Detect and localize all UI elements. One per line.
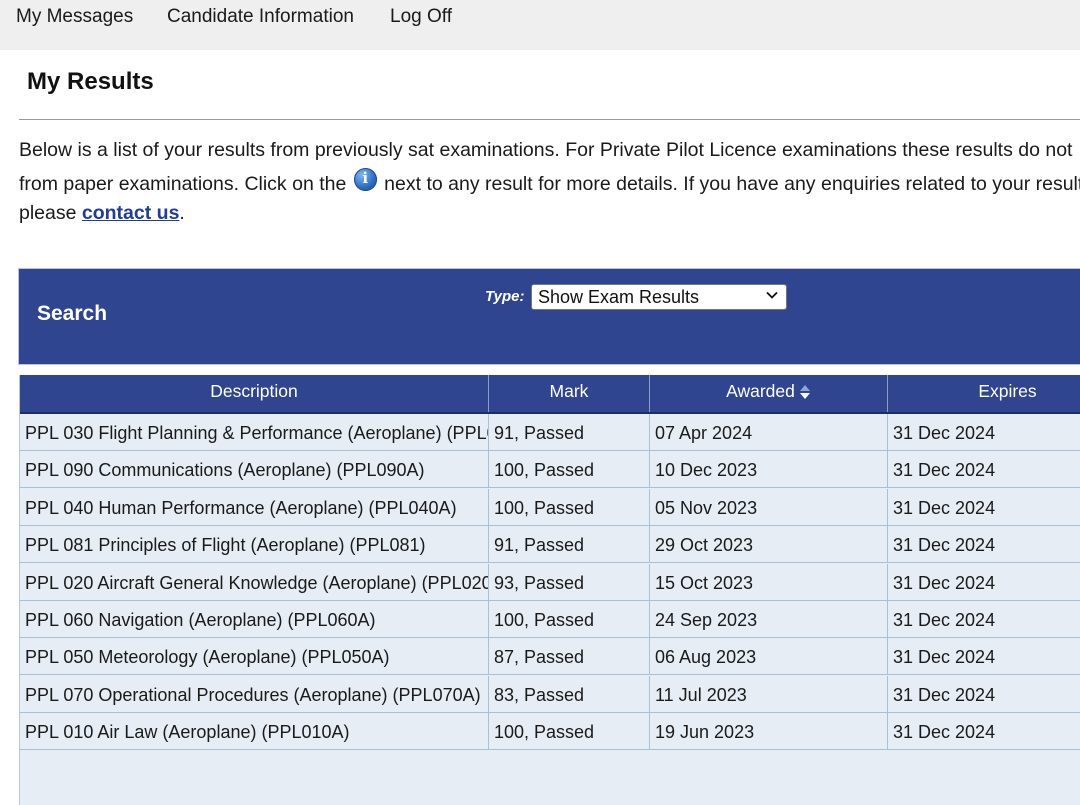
type-select[interactable]: Show Exam Results [531,284,787,310]
title-divider [19,119,1080,120]
table-row[interactable]: PPL 050 Meteorology (Aeroplane) (PPL050A… [20,638,1080,676]
table-row[interactable]: PPL 020 Aircraft General Knowledge (Aero… [20,563,1080,601]
cell-mark: 93, Passed [489,563,650,600]
nav-log-off[interactable]: Log Off [390,6,452,28]
table-row[interactable]: PPL 081 Principles of Flight (Aeroplane)… [20,526,1080,564]
column-header-label: Expires [978,381,1037,401]
cell-description: PPL 040 Human Performance (Aeroplane) (P… [20,488,489,525]
intro-line-2: from paper examinations. Click on the ne… [19,167,1080,201]
table-row[interactable]: PPL 090 Communications (Aeroplane) (PPL0… [20,451,1080,489]
cell-awarded: 10 Dec 2023 [650,451,888,488]
cell-mark: 100, Passed [489,601,650,637]
cell-expires: 31 Dec 2024 [888,601,1080,637]
intro-line-1: Below is a list of your results from pre… [19,139,1073,161]
cell-expires: 31 Dec 2024 [888,414,1080,450]
cell-expires: 31 Dec 2024 [888,713,1080,749]
cell-description: PPL 050 Meteorology (Aeroplane) (PPL050A… [20,638,489,675]
cell-mark: 100, Passed [489,713,650,750]
cell-awarded: 05 Nov 2023 [650,488,888,525]
table-row[interactable]: PPL 010 Air Law (Aeroplane) (PPL010A) 100… [20,713,1080,751]
cell-expires: 31 Dec 2024 [888,676,1080,712]
table-row[interactable]: PPL 070 Operational Procedures (Aeroplan… [20,675,1080,713]
intro-text: Below is a list of your results from pre… [19,133,1080,229]
column-header-mark[interactable]: Mark [489,375,650,412]
cell-expires: 31 Dec 2024 [888,489,1080,525]
cell-expires: 31 Dec 2024 [888,451,1080,487]
cell-expires: 31 Dec 2024 [888,526,1080,562]
cell-description: PPL 030 Flight Planning & Performance (A… [20,414,489,450]
search-title: Search [37,302,108,325]
column-header-awarded[interactable]: Awarded [650,375,888,412]
column-header-label: Description [210,381,298,401]
column-header-label: Mark [549,381,589,401]
intro-line-3-end: . [179,202,185,224]
table-row[interactable]: PPL 060 Navigation (Aeroplane) (PPL060A)… [20,601,1080,638]
cell-description: PPL 081 Principles of Flight (Aeroplane)… [20,526,489,563]
top-navigation: My Messages Candidate Information Log Of… [0,0,1080,50]
cell-mark: 91, Passed [489,414,650,450]
cell-awarded: 06 Aug 2023 [650,638,888,675]
contact-us-link[interactable]: contact us [82,202,180,224]
intro-line-2-end: next to any result for more details. If … [384,173,1080,195]
table-row[interactable]: PPL 040 Human Performance (Aeroplane) (P… [20,488,1080,526]
cell-mark: 87, Passed [489,638,650,675]
type-select-value: Show Exam Results [538,287,700,307]
cell-description: PPL 020 Aircraft General Knowledge (Aero… [20,563,489,600]
cell-awarded: 11 Jul 2023 [650,675,888,712]
cell-mark: 83, Passed [489,675,650,712]
search-panel: Search Type: Show Exam Results [18,268,1080,365]
chevron-down-icon [766,291,778,299]
results-table: Description Mark Awarded Expires PPL 030… [19,375,1080,805]
cell-mark: 91, Passed [489,526,650,563]
nav-candidate-information[interactable]: Candidate Information [167,6,354,28]
column-header-label: Awarded [726,381,795,401]
cell-awarded: 19 Jun 2023 [650,713,888,750]
intro-line-3-start: please [19,202,77,224]
cell-description: PPL 060 Navigation (Aeroplane) (PPL060A) [20,601,489,637]
intro-line-2-start: from paper examinations. Click on the [19,173,347,195]
table-row[interactable]: PPL 030 Flight Planning & Performance (A… [20,414,1080,451]
cell-awarded: 07 Apr 2024 [650,414,888,450]
intro-line-3: please contact us. [19,201,1080,229]
cell-mark: 100, Passed [489,451,650,488]
column-header-expires[interactable]: Expires [888,375,1080,412]
cell-description: PPL 010 Air Law (Aeroplane) (PPL010A) [20,713,489,750]
cell-mark: 100, Passed [489,488,650,525]
page-title: My Results [27,68,154,95]
cell-description: PPL 090 Communications (Aeroplane) (PPL0… [20,451,489,488]
type-label: Type: [485,288,525,305]
info-icon [353,168,377,191]
cell-awarded: 15 Oct 2023 [650,563,888,600]
table-header: Description Mark Awarded Expires [20,375,1080,414]
cell-description: PPL 070 Operational Procedures (Aeroplan… [20,675,489,712]
cell-awarded: 24 Sep 2023 [650,601,888,637]
sort-icon[interactable] [799,383,811,401]
cell-awarded: 29 Oct 2023 [650,526,888,563]
column-header-description[interactable]: Description [20,375,489,412]
nav-my-messages[interactable]: My Messages [16,6,133,28]
cell-expires: 31 Dec 2024 [888,564,1080,600]
cell-expires: 31 Dec 2024 [888,638,1080,674]
